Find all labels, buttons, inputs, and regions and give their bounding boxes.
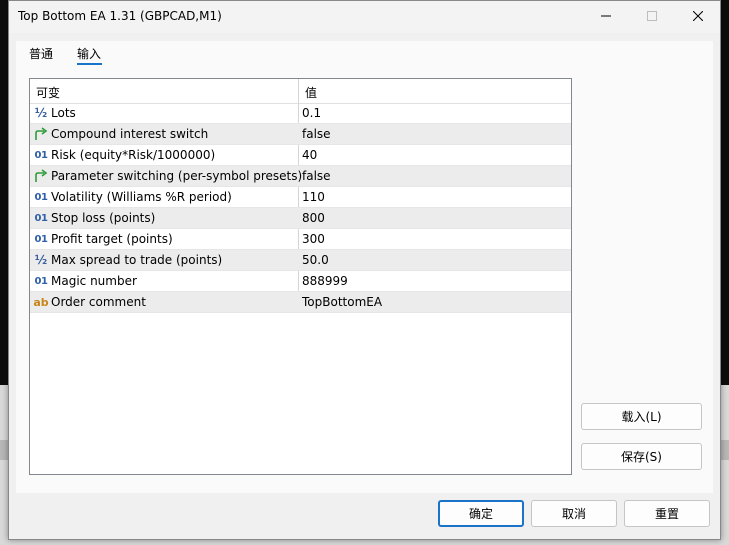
- load-button[interactable]: 载入(L): [581, 403, 702, 430]
- param-value[interactable]: 0.1: [302, 106, 321, 120]
- header-value[interactable]: 值: [305, 84, 317, 101]
- maximize-icon: [647, 10, 657, 24]
- string-icon: ab: [33, 295, 49, 309]
- table-row[interactable]: 01 Risk (equity*Risk/1000000) 40: [30, 145, 571, 166]
- param-name: Order comment: [51, 295, 146, 309]
- inputs-grid: 可变 值 ½ Lots 0.1 Compound interest switch…: [29, 78, 572, 475]
- tab-common[interactable]: 普通: [29, 45, 53, 62]
- param-name: Lots: [51, 106, 76, 120]
- param-value[interactable]: false: [302, 127, 331, 141]
- ea-properties-dialog: Top Bottom EA 1.31 (GBPCAD,M1) 普通 输入 可变 …: [8, 0, 721, 540]
- param-value[interactable]: 110: [302, 190, 325, 204]
- maximize-button: [629, 1, 675, 33]
- cancel-button[interactable]: 取消: [531, 500, 617, 527]
- close-icon: [692, 10, 704, 24]
- table-row[interactable]: 01 Volatility (Williams %R period) 110: [30, 187, 571, 208]
- table-row[interactable]: Parameter switching (per-symbol presets)…: [30, 166, 571, 187]
- active-tab-indicator: [77, 63, 102, 65]
- window-title: Top Bottom EA 1.31 (GBPCAD,M1): [18, 9, 222, 23]
- half-icon: ½: [34, 106, 48, 120]
- toggle-arrow-icon: [34, 169, 48, 183]
- param-value[interactable]: TopBottomEA: [302, 295, 382, 309]
- save-button[interactable]: 保存(S): [581, 443, 702, 470]
- param-value[interactable]: 300: [302, 232, 325, 246]
- param-name: Magic number: [51, 274, 137, 288]
- int-icon: 01: [34, 191, 48, 203]
- minimize-icon: [601, 10, 611, 24]
- int-icon: 01: [34, 275, 48, 287]
- int-icon: 01: [34, 212, 48, 224]
- tab-inputs[interactable]: 输入: [77, 45, 101, 62]
- toggle-arrow-icon: [34, 127, 48, 141]
- param-name: Profit target (points): [51, 232, 173, 246]
- param-value[interactable]: 50.0: [302, 253, 329, 267]
- param-name: Parameter switching (per-symbol presets): [51, 169, 303, 183]
- close-button[interactable]: [675, 1, 721, 33]
- param-value[interactable]: false: [302, 169, 331, 183]
- param-value[interactable]: 40: [302, 148, 317, 162]
- reset-button[interactable]: 重置: [624, 500, 710, 527]
- table-row[interactable]: 01 Profit target (points) 300: [30, 229, 571, 250]
- table-row[interactable]: ½ Max spread to trade (points) 50.0: [30, 250, 571, 271]
- param-name: Volatility (Williams %R period): [51, 190, 232, 204]
- int-icon: 01: [34, 149, 48, 161]
- table-row[interactable]: 01 Magic number 888999: [30, 271, 571, 292]
- grid-header: 可变 值: [30, 79, 571, 104]
- table-row[interactable]: ½ Lots 0.1: [30, 103, 571, 124]
- param-value[interactable]: 800: [302, 211, 325, 225]
- ok-button[interactable]: 确定: [438, 500, 524, 527]
- param-name: Compound interest switch: [51, 127, 209, 141]
- minimize-button[interactable]: [583, 1, 629, 33]
- param-name: Max spread to trade (points): [51, 253, 223, 267]
- half-icon: ½: [34, 253, 48, 267]
- param-value[interactable]: 888999: [302, 274, 348, 288]
- int-icon: 01: [34, 233, 48, 245]
- param-name: Risk (equity*Risk/1000000): [51, 148, 216, 162]
- param-name: Stop loss (points): [51, 211, 156, 225]
- table-row[interactable]: 01 Stop loss (points) 800: [30, 208, 571, 229]
- table-row[interactable]: Compound interest switch false: [30, 124, 571, 145]
- header-variable[interactable]: 可变: [36, 84, 60, 101]
- table-row[interactable]: ab Order comment TopBottomEA: [30, 292, 571, 313]
- title-bar[interactable]: Top Bottom EA 1.31 (GBPCAD,M1): [9, 1, 720, 33]
